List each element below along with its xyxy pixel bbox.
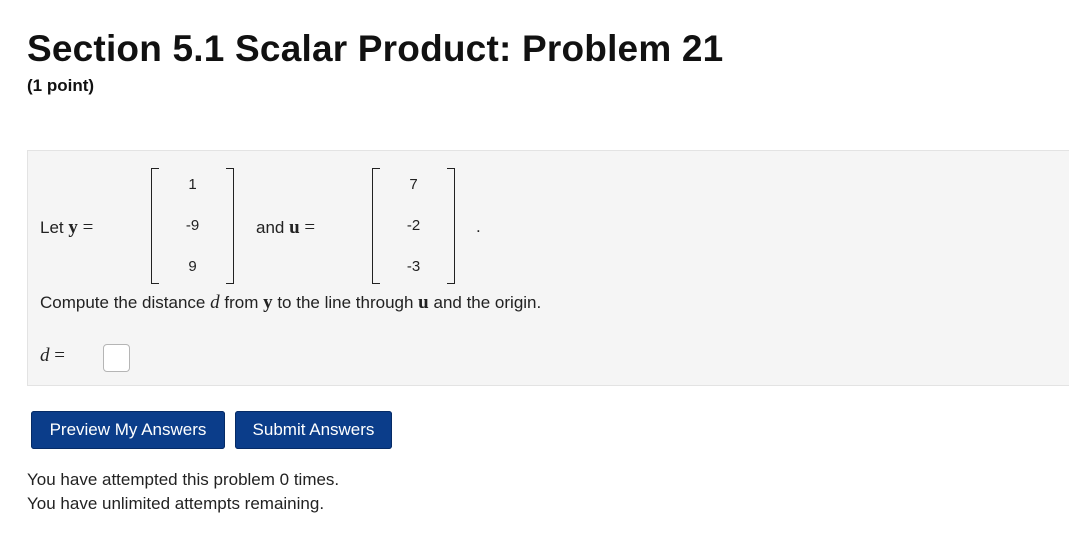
problem-box: Let y = 1 -9 9 and u = 7 -2 -3 . Compute… [27,150,1069,386]
preview-answers-button[interactable]: Preview My Answers [31,411,225,449]
y-entry-1: 1 [188,176,197,193]
y-symbol: y [68,217,78,238]
equals-sign: = [82,217,94,238]
answer-d-symbol: d [40,345,50,366]
u-symbol-2: u [418,292,429,313]
y-symbol-2: y [263,292,273,313]
and-u-text: and u = [256,217,315,239]
period: . [476,217,481,236]
remaining-attempts-status: You have unlimited attempts remaining. [27,494,325,513]
u-symbol: u [289,217,300,238]
from-word: from [224,293,259,312]
origin-text: and the origin. [433,293,542,312]
attempts-status: You have attempted this problem 0 times. [27,470,340,489]
y-entry-3: 9 [188,258,197,275]
answer-input[interactable] [103,344,130,372]
u-entry-3: -3 [406,258,421,275]
to-line-text: to the line through [277,293,414,312]
page-title: Section 5.1 Scalar Product: Problem 21 [27,28,724,69]
u-entry-2: -2 [406,217,421,234]
equals-sign-2: = [304,217,316,238]
let-word: Let [40,218,64,237]
y-entry-2: -9 [185,217,200,234]
u-entry-1: 7 [409,176,418,193]
y-vector-matrix: 1 -9 9 [151,168,234,284]
d-symbol: d [210,292,220,313]
answer-equals: = [54,345,65,366]
u-vector-matrix: 7 -2 -3 [372,168,455,284]
compute-prefix: Compute the distance [40,293,206,312]
and-word: and [256,218,285,237]
submit-answers-button[interactable]: Submit Answers [235,411,392,449]
let-text: Let y = [40,217,93,239]
compute-text: Compute the distance d from y to the lin… [40,292,541,314]
answer-label: d = [40,345,65,367]
points-label: (1 point) [27,76,95,95]
